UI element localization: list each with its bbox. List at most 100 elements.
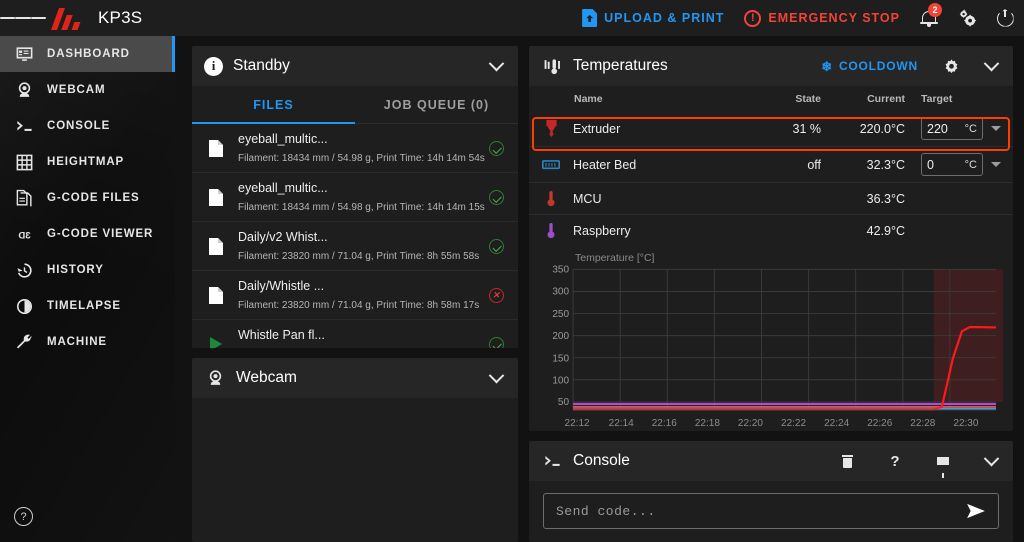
sidebar-item-label: WEBCAM [47,84,106,96]
file-status-ok-icon [486,140,506,156]
extruder-target-input[interactable]: 220 °C [921,117,983,140]
emergency-stop-button[interactable]: EMERGENCY STOP [734,0,910,36]
sidebar-item-console[interactable]: CONSOLE [0,108,175,144]
list-item[interactable]: eyeball_multic... Filament: 18434 mm / 5… [192,173,518,222]
svg-text:22:16: 22:16 [652,418,678,429]
temperatures-settings-button[interactable] [940,55,962,77]
file-details: Filament: 23820 mm / 71.04 g, Print Time… [238,251,480,262]
tab-job-queue[interactable]: JOB QUEUE (0) [355,86,518,123]
file-status-ok-icon [486,189,506,205]
cooldown-label: COOLDOWN [838,59,918,73]
list-item[interactable]: Daily/v2 Whist... Filament: 23820 mm / 7… [192,222,518,271]
file-icon [206,139,226,158]
app-root: KP3S UPLOAD & PRINT EMERGENCY STOP 2 [0,0,1024,542]
heightmap-icon [14,152,34,172]
sidebar: DASHBOARD WEBCAM CONSOLE HEIGHTMAP G-COD… [0,36,175,542]
alert-circle-icon [744,9,762,27]
emergency-stop-label: EMERGENCY STOP [768,11,900,25]
right-column: Temperatures ❄ COOLDOWN Name State Curre… [529,46,1013,542]
table-row[interactable]: MCU 36.3°C [529,182,1013,215]
tab-files[interactable]: FILES [192,86,355,124]
table-row[interactable]: Extruder 31 % 220.0°C 220 °C [529,111,1013,147]
power-button[interactable] [986,0,1024,36]
temp-current: 32.3°C [821,146,905,183]
play-icon [206,335,226,349]
file-list: eyeball_multic... Filament: 18434 mm / 5… [192,124,518,349]
console-card-header: Console ? [529,441,1013,482]
console-icon [14,116,34,136]
webcam-collapse-button[interactable] [485,367,507,389]
file-icon [206,286,226,305]
sidebar-item-label: MACHINE [47,336,107,348]
settings-button[interactable] [948,0,986,36]
hamburger-icon[interactable] [0,15,46,22]
svg-text:22:20: 22:20 [738,418,764,429]
upload-file-icon [582,9,598,27]
status-tabs: FILES JOB QUEUE (0) [192,86,518,124]
list-item[interactable]: Whistle Pan fl... Filament: 18628 mm / 5… [192,320,518,349]
sidebar-item-webcam[interactable]: WEBCAM [0,72,175,108]
chart-series-extruder [573,325,997,411]
heater-bed-preset-dropdown-icon[interactable] [991,162,1001,167]
console-collapse-button[interactable] [980,450,1002,472]
column-header-name: Name [574,93,603,105]
notification-badge: 2 [928,3,942,17]
webcam-icon [204,367,226,389]
sidebar-item-label: HISTORY [47,264,104,276]
file-status-ok-icon [486,336,506,349]
console-prompt-icon [541,450,563,472]
svg-text:100: 100 [552,376,569,387]
file-status-ok-icon [486,238,506,254]
sidebar-item-gcode-viewer[interactable]: 3D G-CODE VIEWER [0,216,175,252]
svg-text:3D: 3D [18,230,30,241]
sidebar-item-timelapse[interactable]: TIMELAPSE [0,288,175,324]
sidebar-item-machine[interactable]: MACHINE [0,324,175,360]
sidebar-item-history[interactable]: HISTORY [0,252,175,288]
sidebar-item-gcode-files[interactable]: G-CODE FILES [0,180,175,216]
file-name: eyeball_multic... [238,132,328,146]
console-send-box[interactable] [543,493,999,530]
temperatures-collapse-button[interactable] [980,55,1002,77]
status-card-header: i Standby [192,46,518,86]
table-row[interactable]: Raspberry 42.9°C [529,214,1013,246]
snowflake-icon: ❄ [821,58,833,74]
thermometer-icon [541,55,563,77]
extruder-preset-dropdown-icon[interactable] [991,126,1001,131]
temp-state: off [735,146,821,183]
table-row[interactable]: Heater Bed off 32.3°C 0 °C [529,146,1013,183]
file-name: eyeball_multic... [238,181,328,195]
power-icon [996,9,1014,27]
svg-text:22:12: 22:12 [565,418,590,429]
webcam-title: Webcam [236,369,297,387]
console-help-button[interactable]: ? [884,450,906,472]
list-item[interactable]: eyeball_multic... Filament: 18434 mm / 5… [192,124,518,173]
console-input[interactable] [556,503,958,519]
cooldown-button[interactable]: ❄ COOLDOWN [821,59,918,73]
list-item[interactable]: Daily/Whistle ... Filament: 23820 mm / 7… [192,271,518,320]
console-send-button[interactable] [966,503,986,519]
sidebar-item-heightmap[interactable]: HEIGHTMAP [0,144,175,180]
chart-title: Temperature [°C] [575,252,655,264]
console-clear-button[interactable] [836,450,858,472]
chart-svg: 350 300 250 200 150 100 50 22:12 22:14 2… [552,264,1003,429]
heater-bed-target-input[interactable]: 0 °C [921,153,983,176]
webcam-card: Webcam [192,358,518,542]
status-collapse-button[interactable] [485,55,507,77]
info-circle-icon: i [204,56,223,76]
help-circle-icon[interactable]: ? [14,507,33,526]
chart-gridlines [572,268,996,410]
dashboard-icon [14,44,34,64]
svg-text:22:22: 22:22 [781,418,806,429]
temperatures-card: Temperatures ❄ COOLDOWN Name State Curre… [529,46,1013,432]
notifications-button[interactable]: 2 [910,0,948,36]
sidebar-item-dashboard[interactable]: DASHBOARD [0,36,175,72]
app-title: KP3S [98,8,143,27]
upload-and-print-button[interactable]: UPLOAD & PRINT [572,0,734,36]
console-filter-button[interactable] [932,450,954,479]
history-icon [14,260,34,280]
funnel-icon [937,457,949,479]
target-value: 220 [927,121,948,136]
status-title: Standby [233,57,290,74]
svg-text:22:28: 22:28 [910,418,936,429]
webcam-icon [14,80,34,100]
